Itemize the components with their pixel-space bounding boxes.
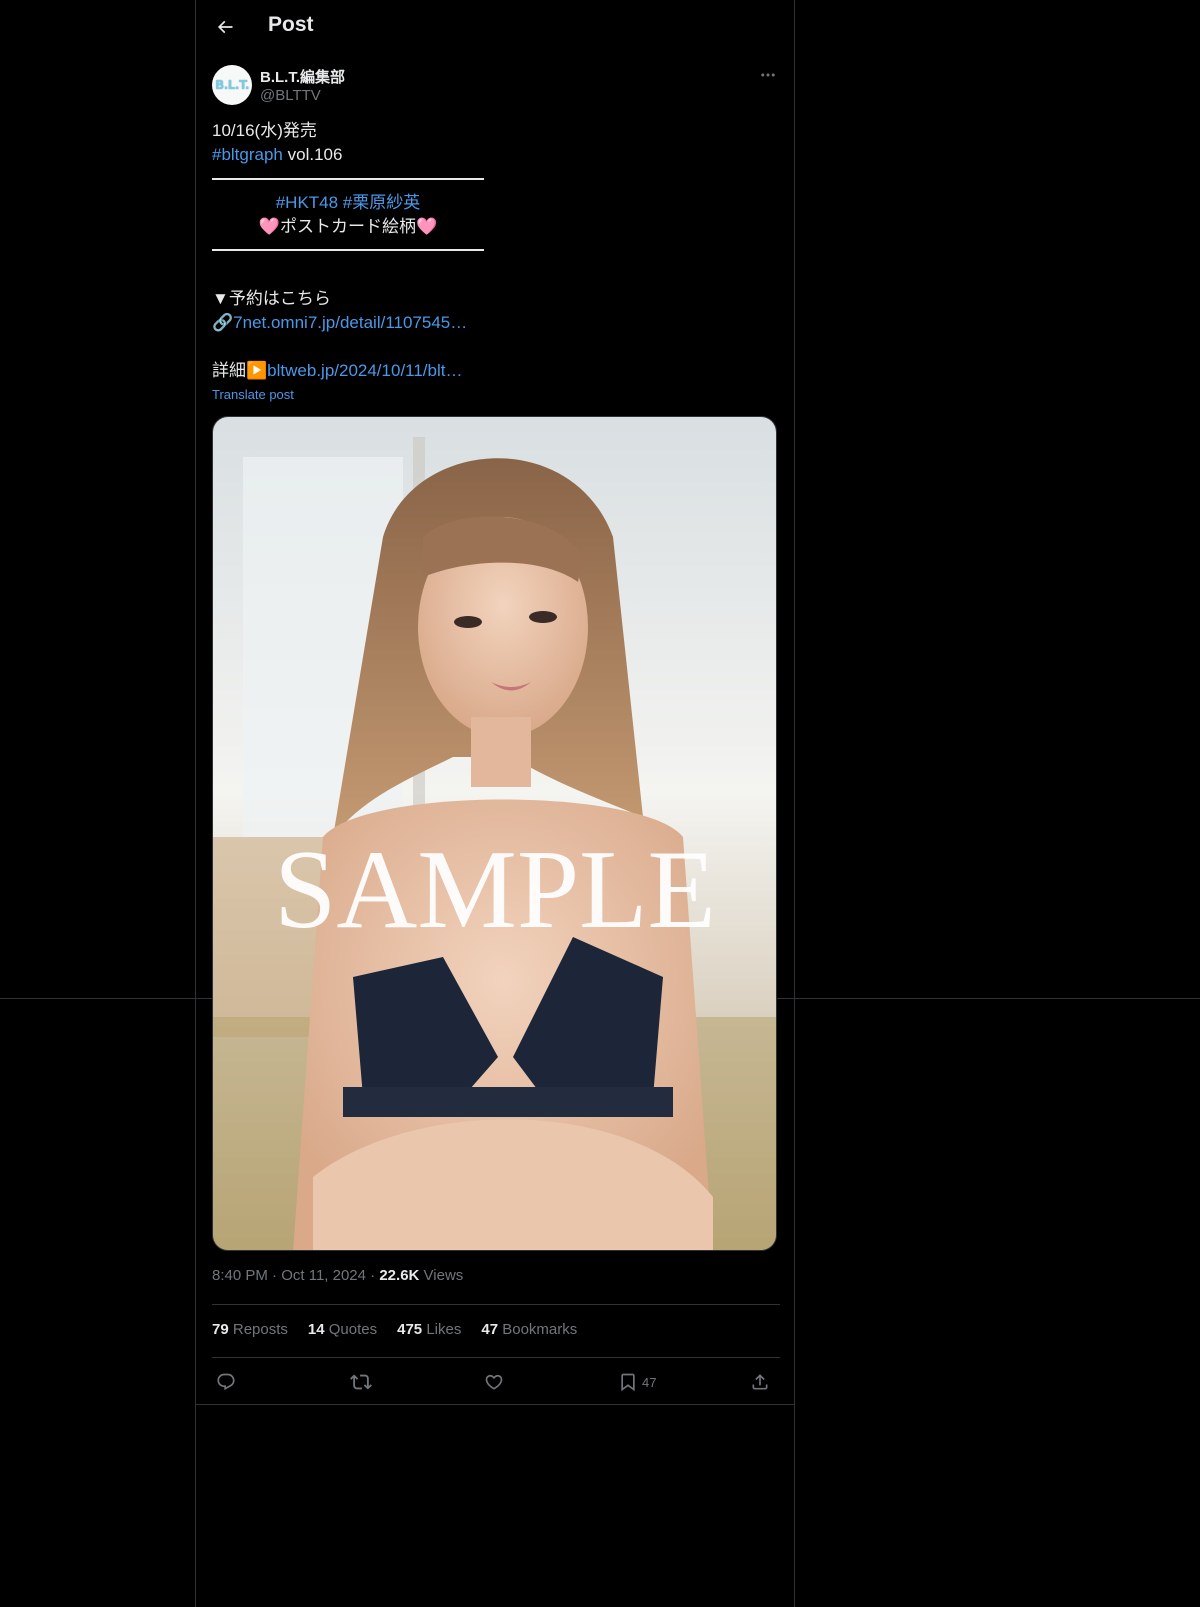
- stat-reposts[interactable]: 79 Reposts: [212, 1321, 288, 1338]
- bookmark-button[interactable]: 47: [618, 1370, 656, 1394]
- divider-stats-top: [212, 1304, 780, 1305]
- reserve-line: 🔗7net.omni7.jp/detail/1107545…: [212, 311, 467, 335]
- repost-button[interactable]: [350, 1370, 372, 1394]
- bookmark-count: 47: [642, 1374, 657, 1390]
- likes-label: Likes: [426, 1321, 462, 1338]
- divider-stats-bottom: [212, 1357, 780, 1358]
- more-button[interactable]: [756, 64, 780, 86]
- post-time[interactable]: 8:40 PM: [212, 1267, 268, 1284]
- stat-likes[interactable]: 475 Likes: [397, 1321, 461, 1338]
- engagement-stats: 79 Reposts 14 Quotes 475 Likes 47 Bookma…: [212, 1321, 577, 1338]
- repost-icon: [350, 1374, 372, 1390]
- page-title: Post: [268, 13, 314, 36]
- detail-link[interactable]: bltweb.jp/2024/10/11/blt…: [267, 361, 462, 380]
- views-label: Views: [423, 1267, 464, 1284]
- post-header: Post: [196, 0, 796, 53]
- quotes-count: 14: [307, 1321, 325, 1338]
- avatar[interactable]: B.L.T.: [212, 65, 252, 105]
- postcard-line: 🩷ポストカード絵柄🩷: [258, 217, 438, 236]
- views-count: 22.6K: [379, 1267, 420, 1284]
- author-handle[interactable]: @BLTTV: [260, 87, 321, 104]
- stat-bookmarks[interactable]: 47 Bookmarks: [481, 1321, 577, 1338]
- back-button[interactable]: [208, 10, 242, 44]
- hashtags-center[interactable]: #HKT48 #栗原紗英: [212, 191, 484, 215]
- share-icon: [752, 1374, 768, 1390]
- post-date[interactable]: Oct 11, 2024: [281, 1267, 366, 1284]
- bookmark-icon: [621, 1373, 635, 1392]
- reply-icon: [217, 1373, 235, 1391]
- author-row: B.L.T. B.L.T.編集部 @BLTTV: [212, 64, 780, 108]
- reply-button[interactable]: [216, 1370, 236, 1394]
- divider-rule-bottom: [212, 249, 484, 251]
- sample-watermark: SAMPLE: [274, 828, 716, 952]
- divider-actions-bottom: [196, 1404, 794, 1405]
- quotes-label: Quotes: [328, 1321, 378, 1338]
- share-button[interactable]: [750, 1370, 770, 1394]
- post-line-release: 10/16(水)発売: [212, 121, 317, 140]
- author-name[interactable]: B.L.T.編集部: [260, 66, 345, 87]
- meta-separator: ·: [272, 1267, 278, 1284]
- avatar-logo-text: B.L.T.: [215, 78, 249, 92]
- reposts-count: 79: [212, 1321, 229, 1338]
- link-emoji: 🔗: [212, 313, 234, 332]
- bookmarks-count: 47: [481, 1321, 499, 1338]
- stat-quotes[interactable]: 14 Quotes: [308, 1321, 377, 1338]
- meta-separator: ·: [370, 1267, 376, 1284]
- main-column: Post B.L.T. B.L.T.編集部 @BLTTV 10/16(水)発売 …: [195, 0, 795, 1607]
- post-line-volume: #bltgraph vol.106: [212, 143, 342, 167]
- post-photo[interactable]: SAMPLE: [212, 416, 777, 1251]
- photo-image: SAMPLE: [213, 417, 776, 1250]
- divider-rule-top: [212, 178, 484, 180]
- more-icon: [761, 73, 775, 77]
- back-arrow-icon: [217, 20, 233, 34]
- hashtag-bltgraph[interactable]: #bltgraph: [212, 145, 283, 164]
- reposts-label: Reposts: [232, 1321, 288, 1338]
- volume-text: vol.106: [282, 145, 343, 164]
- bookmarks-label: Bookmarks: [502, 1321, 578, 1338]
- likes-count: 475: [397, 1321, 423, 1338]
- action-bar: 47: [212, 1370, 780, 1394]
- reserve-link[interactable]: 7net.omni7.jp/detail/1107545…: [233, 313, 467, 332]
- like-button[interactable]: [484, 1370, 504, 1394]
- like-icon: [485, 1374, 503, 1390]
- post-meta: 8:40 PM · Oct 11, 2024 · 22.6K Views: [212, 1267, 463, 1284]
- detail-label: 詳細▶️: [212, 361, 268, 380]
- detail-line: 詳細▶️bltweb.jp/2024/10/11/blt…: [212, 359, 463, 383]
- translate-post-link[interactable]: Translate post: [212, 387, 294, 402]
- reserve-label: ▼予約はこちら: [212, 289, 331, 308]
